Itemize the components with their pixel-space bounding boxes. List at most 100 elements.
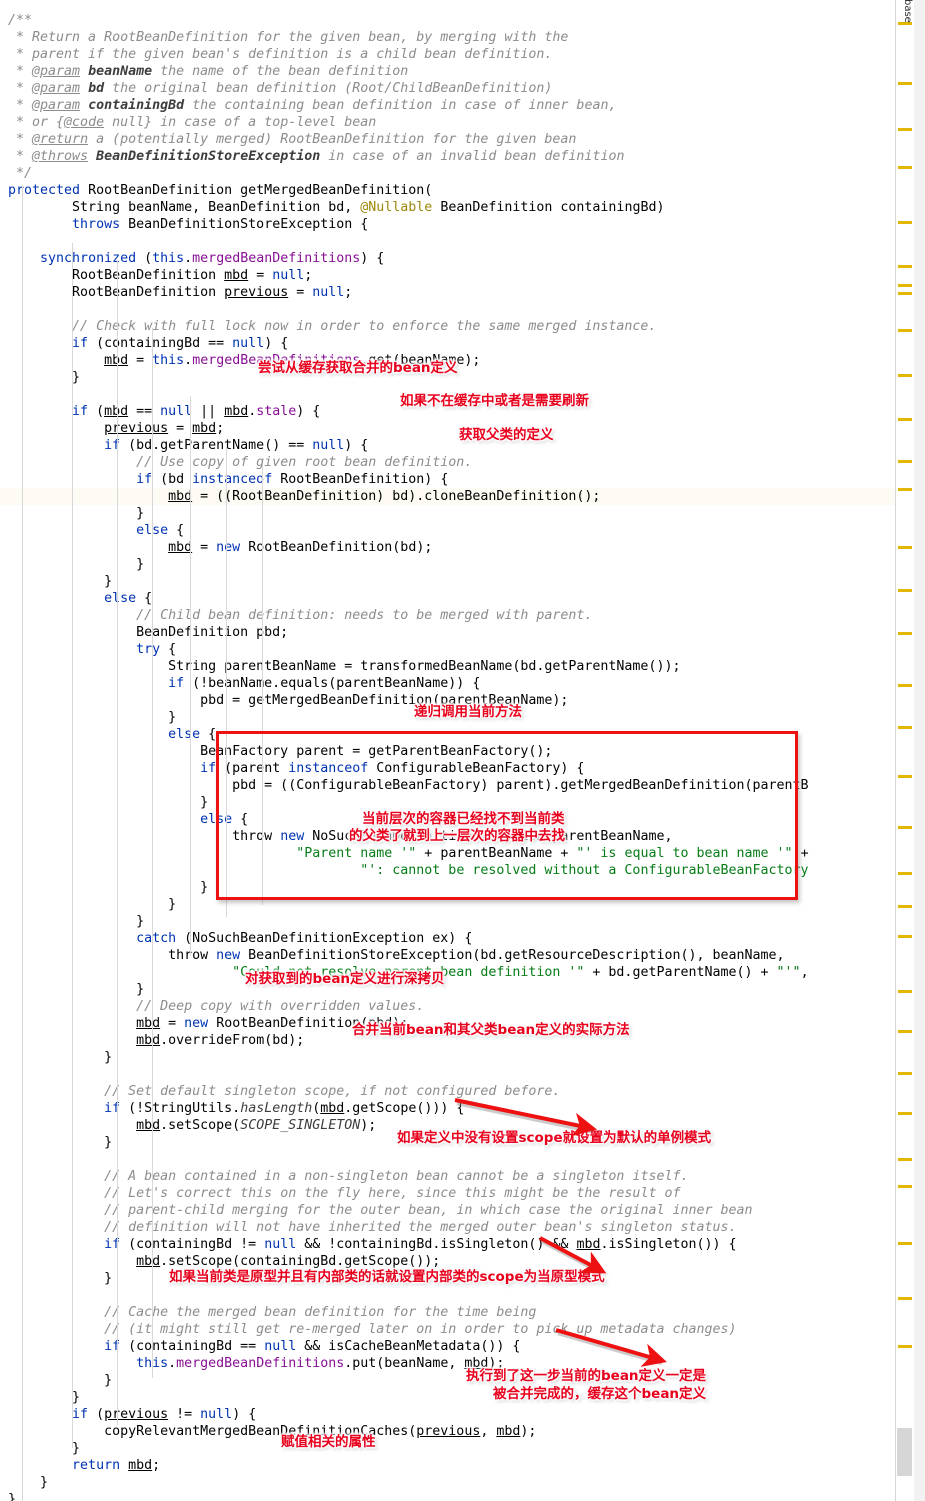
warning-marker[interactable] (898, 935, 912, 938)
code-line[interactable]: RootBeanDefinition previous = null; (0, 284, 896, 301)
code-line[interactable]: } (0, 1474, 896, 1491)
code-line[interactable]: catch (NoSuchBeanDefinitionException ex)… (0, 930, 896, 947)
warning-marker[interactable] (898, 1185, 912, 1188)
warning-marker[interactable] (898, 726, 912, 729)
warning-marker[interactable] (898, 488, 912, 491)
code-line[interactable]: else { (0, 590, 896, 607)
warning-marker[interactable] (898, 460, 912, 463)
code-line[interactable]: String parentBeanName = transformedBeanN… (0, 658, 896, 675)
code-line[interactable]: } (0, 556, 896, 573)
code-line[interactable]: // Cache the merged bean definition for … (0, 1304, 896, 1321)
code-line[interactable]: * @param beanName the name of the bean d… (0, 63, 896, 80)
code-line[interactable]: if (containingBd == null) { (0, 335, 896, 352)
code-line[interactable]: // A bean contained in a non-singleton b… (0, 1168, 896, 1185)
code-line[interactable]: // Let's correct this on the fly here, s… (0, 1185, 896, 1202)
arrow-inner-scope (526, 1224, 614, 1284)
code-line[interactable]: if (!beanName.equals(parentBeanName)) { (0, 675, 896, 692)
code-line[interactable]: * parent if the given bean's definition … (0, 46, 896, 63)
warning-marker[interactable] (898, 589, 912, 592)
code-line[interactable]: mbd = ((RootBeanDefinition) bd).cloneBea… (0, 488, 896, 505)
warning-marker[interactable] (898, 826, 912, 829)
code-line[interactable] (0, 1066, 896, 1083)
warning-marker[interactable] (898, 284, 912, 287)
warning-marker[interactable] (898, 292, 912, 295)
code-line[interactable]: * @param bd the original bean definition… (0, 80, 896, 97)
warning-marker[interactable] (898, 546, 912, 549)
code-line[interactable]: // Deep copy with overridden values. (0, 998, 896, 1015)
code-line[interactable]: } (0, 981, 896, 998)
warning-marker[interactable] (898, 1297, 912, 1300)
code-line[interactable] (0, 1151, 896, 1168)
code-line[interactable] (0, 301, 896, 318)
code-line[interactable]: else { (0, 522, 896, 539)
code-line[interactable]: RootBeanDefinition mbd = null; (0, 267, 896, 284)
warning-marker[interactable] (898, 1345, 912, 1348)
code-line[interactable]: // Check with full lock now in order to … (0, 318, 896, 335)
code-line[interactable]: return mbd; (0, 1457, 896, 1474)
code-line[interactable]: * or {@code null} in case of a top-level… (0, 114, 896, 131)
code-line[interactable] (0, 233, 896, 250)
warning-marker[interactable] (898, 265, 912, 268)
code-line[interactable]: "Could not resolve parent bean definitio… (0, 964, 896, 981)
warning-marker[interactable] (898, 872, 912, 875)
code-line[interactable]: // Child bean definition: needs to be me… (0, 607, 896, 624)
code-line[interactable] (0, 1287, 896, 1304)
warning-marker[interactable] (898, 418, 912, 421)
vertical-scrollbar-thumb[interactable] (897, 1428, 912, 1476)
code-line[interactable]: // (it might still get re-merged later o… (0, 1321, 896, 1338)
indent-guide (190, 396, 191, 956)
code-line[interactable]: if (containingBd == null && isCacheBeanM… (0, 1338, 896, 1355)
code-line[interactable]: } (0, 913, 896, 930)
error-stripe-gutter[interactable]: base (895, 0, 925, 1501)
code-line[interactable]: * Return a RootBeanDefinition for the gi… (0, 29, 896, 46)
warning-marker[interactable] (898, 684, 912, 687)
warning-marker[interactable] (898, 1112, 912, 1115)
warning-marker[interactable] (898, 990, 912, 993)
code-line[interactable]: * @throws BeanDefinitionStoreException i… (0, 148, 896, 165)
warning-marker[interactable] (898, 221, 912, 224)
code-line[interactable]: // parent-child merging for the outer be… (0, 1202, 896, 1219)
warning-marker[interactable] (898, 82, 912, 85)
code-line[interactable]: mbd = new RootBeanDefinition(bd); (0, 539, 896, 556)
code-line[interactable]: throw new BeanDefinitionStoreException(b… (0, 947, 896, 964)
code-line[interactable]: } (0, 1372, 896, 1389)
code-line[interactable]: String beanName, BeanDefinition bd, @Nul… (0, 199, 896, 216)
code-line[interactable]: if (bd.getParentName() == null) { (0, 437, 896, 454)
code-line[interactable]: synchronized (this.mergedBeanDefinitions… (0, 250, 896, 267)
code-line[interactable]: BeanDefinition pbd; (0, 624, 896, 641)
code-line[interactable]: } (0, 573, 896, 590)
code-line[interactable]: try { (0, 641, 896, 658)
warning-marker[interactable] (898, 905, 912, 908)
code-line[interactable]: this.mergedBeanDefinitions.put(beanName,… (0, 1355, 896, 1372)
code-line[interactable]: throws BeanDefinitionStoreException { (0, 216, 896, 233)
code-line[interactable]: if (bd instanceof RootBeanDefinition) { (0, 471, 896, 488)
code-line[interactable]: * @return a (potentially merged) RootBea… (0, 131, 896, 148)
code-line[interactable]: } (0, 1440, 896, 1457)
code-line[interactable]: } (0, 1049, 896, 1066)
code-line[interactable]: // definition will not have inherited th… (0, 1219, 896, 1236)
code-line[interactable]: previous = mbd; (0, 420, 896, 437)
warning-marker[interactable] (898, 1072, 912, 1075)
code-line[interactable]: * @param containingBd the containing bea… (0, 97, 896, 114)
warning-marker[interactable] (898, 632, 912, 635)
warning-marker[interactable] (898, 128, 912, 131)
warning-marker[interactable] (898, 1242, 912, 1245)
code-line[interactable]: // Use copy of given root bean definitio… (0, 454, 896, 471)
code-line[interactable]: copyRelevantMergedBeanDefinitionCaches(p… (0, 1423, 896, 1440)
warning-marker[interactable] (898, 166, 912, 169)
warning-marker[interactable] (898, 329, 912, 332)
code-line[interactable]: */ (0, 165, 896, 182)
stripe-marker-track[interactable] (896, 0, 914, 1501)
code-line[interactable]: } (0, 505, 896, 522)
code-line[interactable]: } (0, 1389, 896, 1406)
code-line[interactable]: if (previous != null) { (0, 1406, 896, 1423)
code-line[interactable]: protected RootBeanDefinition getMergedBe… (0, 182, 896, 199)
warning-marker[interactable] (898, 1158, 912, 1161)
warning-marker[interactable] (898, 374, 912, 377)
code-line[interactable]: mbd.setScope(containingBd.getScope()); (0, 1253, 896, 1270)
code-line[interactable]: /** (0, 12, 896, 29)
code-line[interactable]: if (containingBd != null && !containingB… (0, 1236, 896, 1253)
warning-marker[interactable] (898, 775, 912, 778)
code-line[interactable]: } (0, 1491, 896, 1501)
warning-marker[interactable] (898, 1030, 912, 1033)
